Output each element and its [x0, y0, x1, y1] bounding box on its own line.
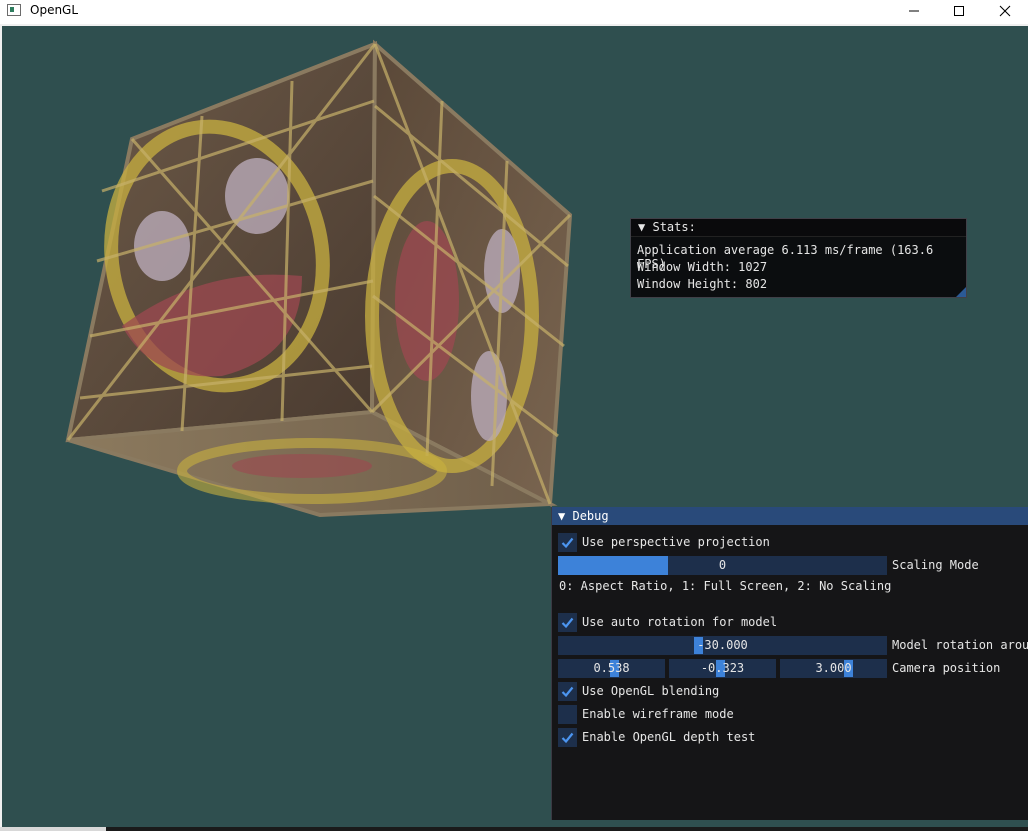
scaling-help-text: 0: Aspect Ratio, 1: Full Screen, 2: No S…: [559, 579, 892, 593]
stats-header[interactable]: ▼ Stats:: [631, 219, 966, 237]
minimize-button[interactable]: [891, 0, 937, 22]
window-height-text: Window Height: 802: [637, 277, 768, 291]
auto-rotation-label: Use auto rotation for model: [582, 615, 778, 629]
stats-window[interactable]: ▼ Stats: Application average 6.113 ms/fr…: [630, 218, 967, 298]
close-button[interactable]: [982, 0, 1028, 22]
collapse-arrow-icon[interactable]: ▼: [638, 220, 645, 234]
perspective-checkbox[interactable]: [558, 533, 577, 552]
title-bar: OpenGL: [0, 0, 1028, 24]
checkmark-icon: [561, 617, 574, 629]
camera-position-label: Camera position: [892, 661, 1001, 675]
window-width-text: Window Width: 1027: [637, 260, 768, 274]
auto-rotation-checkbox[interactable]: [558, 613, 577, 632]
camera-z-slider[interactable]: 3.000: [780, 659, 887, 678]
camera-x-value: 0.538: [593, 661, 630, 675]
depth-test-checkbox[interactable]: [558, 728, 577, 747]
scaling-mode-label: Scaling Mode: [892, 558, 979, 572]
wireframe-label: Enable wireframe mode: [582, 707, 734, 721]
slider-fill: [558, 556, 668, 575]
debug-title: Debug: [572, 509, 609, 523]
checkmark-icon: [561, 537, 574, 549]
blending-label: Use OpenGL blending: [582, 684, 720, 698]
model-rotation-slider[interactable]: -30.000: [558, 636, 887, 655]
taskbar-edge: [0, 827, 1028, 831]
scaling-mode-slider[interactable]: 0: [558, 556, 887, 575]
checkmark-icon: [561, 732, 574, 744]
close-icon: [999, 5, 1011, 17]
model-rotation-label: Model rotation arour: [892, 638, 1028, 652]
resize-grip-icon[interactable]: [956, 287, 966, 297]
debug-window[interactable]: ▼ Debug Use perspective projection 0 Sca…: [551, 507, 1028, 820]
stats-title: Stats:: [652, 220, 696, 234]
blending-checkbox[interactable]: [558, 682, 577, 701]
camera-y-value: -0.323: [700, 661, 745, 675]
app-icon: [7, 4, 21, 16]
scaling-mode-value: 0: [718, 558, 727, 572]
camera-x-slider[interactable]: 0.538: [558, 659, 665, 678]
wireframe-checkbox[interactable]: [558, 705, 577, 724]
minimize-icon: [909, 10, 919, 12]
depth-test-label: Enable OpenGL depth test: [582, 730, 756, 744]
collapse-arrow-icon[interactable]: ▼: [558, 509, 565, 523]
camera-z-value: 3.000: [815, 661, 852, 675]
maximize-icon: [954, 6, 964, 16]
perspective-label: Use perspective projection: [582, 535, 770, 549]
maximize-button[interactable]: [936, 0, 982, 22]
checkmark-icon: [561, 686, 574, 698]
model-rotation-value: -30.000: [697, 638, 748, 652]
debug-header[interactable]: ▼ Debug: [552, 507, 1028, 525]
camera-y-slider[interactable]: -0.323: [669, 659, 776, 678]
window-title: OpenGL: [30, 3, 79, 17]
